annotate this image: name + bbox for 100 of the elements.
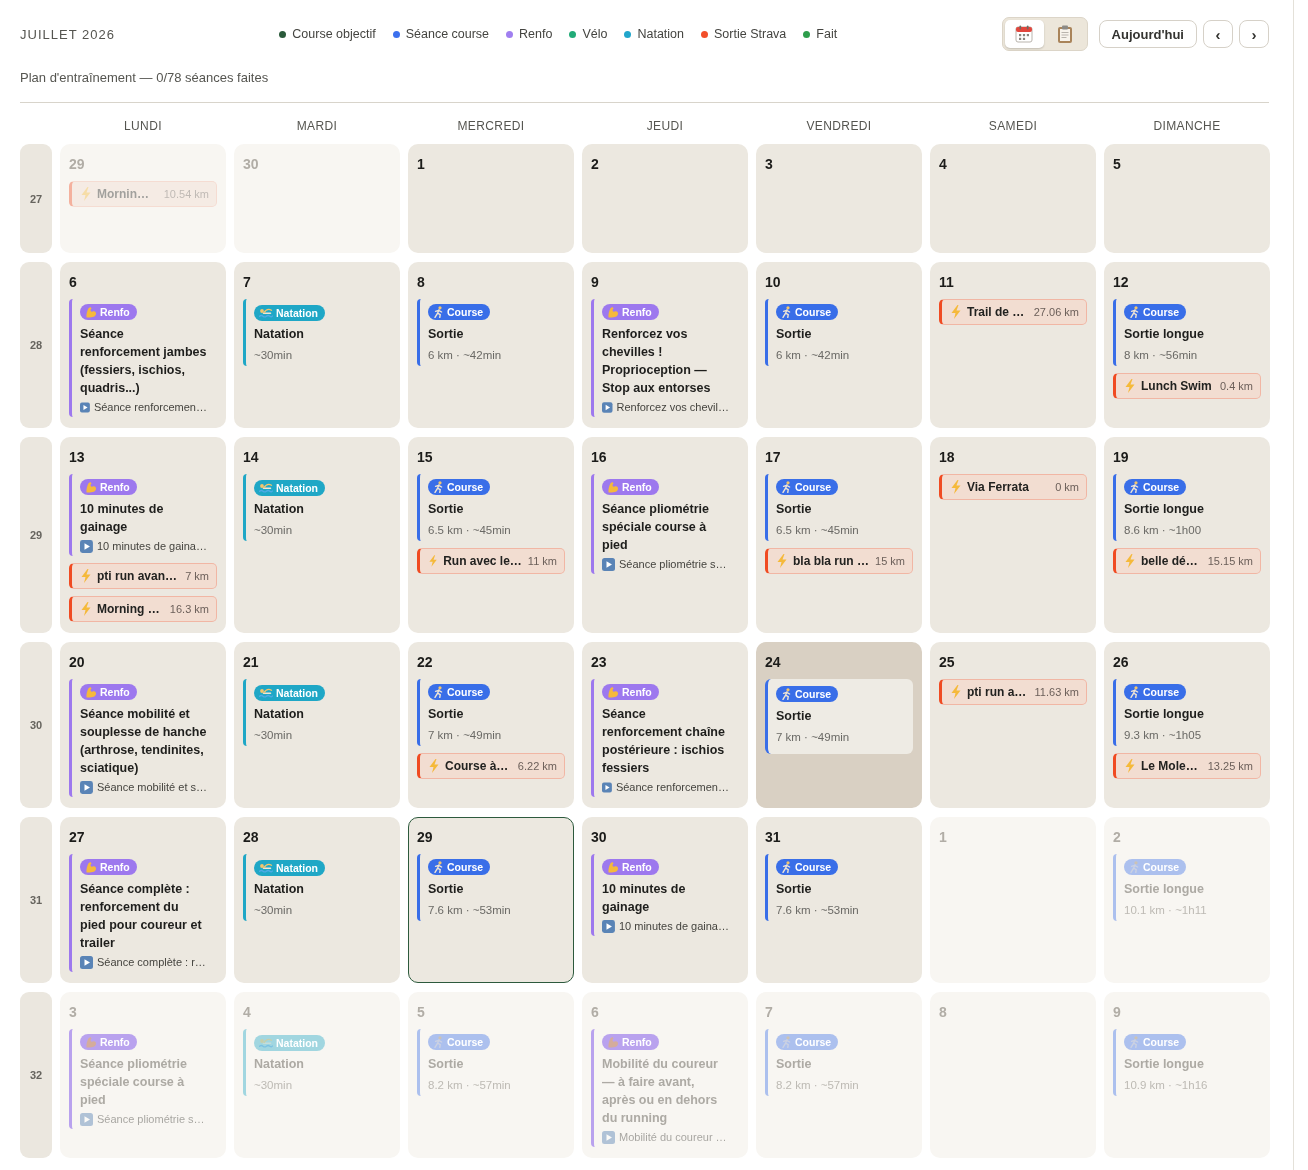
session-card[interactable]: Renfo Séance pliométrie spéciale course à pied Séance pliométrie s… [591, 474, 739, 574]
day-cell[interactable]: 3 [756, 144, 922, 253]
sport-label: Course [447, 305, 484, 320]
today-button[interactable]: Aujourd'hui [1098, 20, 1197, 48]
day-number: 3 [765, 155, 774, 173]
session-card[interactable]: Renfo Séance renforcement jambes (fessiers, ischios, quadris...) Séance renforcemen… [69, 299, 217, 417]
day-cell[interactable]: 31 Course Sortie 7.6 km · ~53min [756, 817, 922, 983]
day-number: 21 [243, 653, 260, 671]
day-cell[interactable]: 10 Course Sortie 6 km · ~42min [756, 262, 922, 428]
strava-activity[interactable]: Le Mole… 13.25 km [1113, 753, 1261, 779]
day-cell[interactable]: 8 Course Sortie 6 km · ~42min [408, 262, 574, 428]
day-cell[interactable]: 29 Course Sortie 7.6 km · ~53min [408, 817, 574, 983]
session-card[interactable]: Course Sortie 7 km · ~49min [417, 679, 565, 746]
lightning-icon [81, 569, 91, 583]
day-cell[interactable]: 16 Renfo Séance pliométrie spéciale course à pied Séance pliométrie s… [582, 437, 748, 633]
session-card[interactable]: Renfo 10 minutes de gainage 10 minutes de gaina… [591, 854, 739, 936]
day-cell[interactable]: 26 Course Sortie longue 9.3 km · ~1h05 Le Mole… 13.25 km [1104, 642, 1270, 808]
day-cell[interactable]: 2 [582, 144, 748, 253]
day-cell[interactable]: 24 Course Sortie 7 km · ~49min [756, 642, 922, 808]
day-cell[interactable]: 13 Renfo 10 minutes de gainage 10 minutes de gaina… pti run avan… 7 km Morning … 16.3 km [60, 437, 226, 633]
session-card[interactable]: Natation Natation ~30min [243, 299, 391, 366]
activity-distance: 13.25 km [1207, 760, 1253, 772]
session-card[interactable]: Renfo 10 minutes de gainage 10 minutes de gaina… [69, 474, 217, 556]
day-cell[interactable]: 27 Renfo Séance complète : renforcement du pied pour coureur et trailer Séance complète : r… [60, 817, 226, 983]
previous-button[interactable]: ‹ [1203, 20, 1233, 48]
runner-icon [781, 861, 792, 873]
calendar-view-button[interactable] [1004, 20, 1044, 48]
day-number: 25 [939, 653, 956, 671]
session-meta: 10.9 km · ~1h16 [1124, 1078, 1209, 1093]
day-cell[interactable]: 5 [1104, 144, 1270, 253]
strava-activity[interactable]: pti run avan… 7 km [69, 563, 217, 589]
day-number: 2 [1113, 828, 1122, 846]
next-button[interactable]: › [1239, 20, 1269, 48]
session-card[interactable]: Course Sortie longue 8.6 km · ~1h00 [1113, 474, 1261, 541]
day-cell[interactable]: 20 Renfo Séance mobilité et souplesse de hanche (arthrose, tendinites, sciatique) Séance mobilité et s… [60, 642, 226, 808]
activity-name: belle dé… [1141, 554, 1199, 568]
swimmer-icon [259, 687, 273, 698]
day-cell[interactable]: 18 Via Ferrata 0 km [930, 437, 1096, 633]
week-number: 30 [20, 642, 52, 808]
session-title: Sortie longue [1124, 881, 1205, 898]
day-cell[interactable]: 23 Renfo Séance renforcement chaîne postérieure : ischios fessiers Séance renforcemen… [582, 642, 748, 808]
session-card[interactable]: Course Sortie 7.6 km · ~53min [417, 854, 565, 921]
session-title: Sortie [428, 501, 465, 518]
day-cell[interactable]: 9 Renfo Renforcez vos chevilles ! Proprioception — Stop aux entorses Renforcez vos chevil… [582, 262, 748, 428]
strava-activity[interactable]: Morning … 16.3 km [69, 596, 217, 622]
week-number: 31 [20, 817, 52, 983]
day-cell[interactable]: 6 Renfo Séance renforcement jambes (fessiers, ischios, quadris...) Séance renforcemen… [60, 262, 226, 428]
session-card[interactable]: Renfo Séance renforcement chaîne postérieure : ischios fessiers Séance renforcemen… [591, 679, 739, 797]
day-cell[interactable]: 19 Course Sortie longue 8.6 km · ~1h00 belle dé… 15.15 km [1104, 437, 1270, 633]
activity-distance: 11 km [527, 555, 557, 567]
session-card[interactable]: Course Sortie 6 km · ~42min [765, 299, 913, 366]
day-number: 27 [69, 828, 86, 846]
month-title: JUILLET 2026 [20, 26, 115, 42]
day-cell[interactable]: 28 Natation Natation ~30min [234, 817, 400, 983]
activity-name: pti run avan… [97, 569, 178, 583]
strava-activity[interactable]: Via Ferrata 0 km [939, 474, 1087, 500]
strava-activity[interactable]: bla bla run … 15 km [765, 548, 913, 574]
session-card[interactable]: Course Sortie longue 9.3 km · ~1h05 [1113, 679, 1261, 746]
day-cell[interactable]: 14 Natation Natation ~30min [234, 437, 400, 633]
day-cell[interactable]: 21 Natation Natation ~30min [234, 642, 400, 808]
session-card[interactable]: Renfo Séance complète : renforcement du pied pour coureur et trailer Séance complète : r… [69, 854, 217, 972]
session-card[interactable]: Course Sortie 7.6 km · ~53min [765, 854, 913, 921]
session-card[interactable]: Natation Natation ~30min [243, 679, 391, 746]
day-number: 4 [939, 155, 948, 173]
strava-activity[interactable]: Lunch Swim 0.4 km [1113, 373, 1261, 399]
session-card[interactable]: Natation Natation ~30min [243, 474, 391, 541]
strava-activity[interactable]: Course à… 6.22 km [417, 753, 565, 779]
session-card[interactable]: Course Sortie longue 8 km · ~56min [1113, 299, 1261, 366]
strava-activity[interactable]: pti run a… 11.63 km [939, 679, 1087, 705]
week-number: 28 [20, 262, 52, 428]
activity-name: bla bla run … [793, 554, 870, 568]
strava-activity[interactable]: belle dé… 15.15 km [1113, 548, 1261, 574]
session-card[interactable]: Course Sortie 6 km · ~42min [417, 299, 565, 366]
day-cell[interactable]: 1 [408, 144, 574, 253]
day-cell[interactable]: 25 pti run a… 11.63 km [930, 642, 1096, 808]
session-card[interactable]: Renfo Séance mobilité et souplesse de hanche (arthrose, tendinites, sciatique) Séance mobilité et s… [69, 679, 217, 797]
session-card[interactable]: Natation Natation ~30min [243, 854, 391, 921]
session-title: Sortie longue [1124, 706, 1205, 723]
day-number: 30 [243, 155, 260, 173]
runner-icon [781, 306, 792, 318]
sport-label: Course [447, 860, 484, 875]
day-cell[interactable]: 30 Renfo 10 minutes de gainage 10 minutes de gaina… [582, 817, 748, 983]
runner-icon [433, 1036, 444, 1048]
session-card[interactable]: Course Sortie 6.5 km · ~45min [417, 474, 565, 541]
day-cell[interactable]: 4 [930, 144, 1096, 253]
day-cell[interactable]: 11 Trail de … 27.06 km [930, 262, 1096, 428]
session-card[interactable]: Course Sortie 7 km · ~49min [765, 679, 913, 754]
day-cell[interactable]: 22 Course Sortie 7 km · ~49min Course à… 6.22 km [408, 642, 574, 808]
strava-activity[interactable]: Run avec le… 11 km [417, 548, 565, 574]
session-card[interactable]: Renfo Renforcez vos chevilles ! Proprioception — Stop aux entorses Renforcez vos chevil… [591, 299, 739, 417]
session-card[interactable]: Course Sortie 6.5 km · ~45min [765, 474, 913, 541]
day-cell[interactable]: 17 Course Sortie 6.5 km · ~45min bla bla run … 15 km [756, 437, 922, 633]
day-cell[interactable]: 12 Course Sortie longue 8 km · ~56min Lunch Swim 0.4 km [1104, 262, 1270, 428]
day-number: 6 [69, 273, 78, 291]
video-title: Mobilité du coureur … [619, 1130, 727, 1145]
strava-activity[interactable]: Trail de … 27.06 km [939, 299, 1087, 325]
day-cell[interactable]: 7 Natation Natation ~30min [234, 262, 400, 428]
day-cell[interactable]: 15 Course Sortie 6.5 km · ~45min Run avec le… 11 km [408, 437, 574, 633]
day-number: 11 [939, 273, 955, 291]
session-title: Natation [254, 881, 305, 898]
